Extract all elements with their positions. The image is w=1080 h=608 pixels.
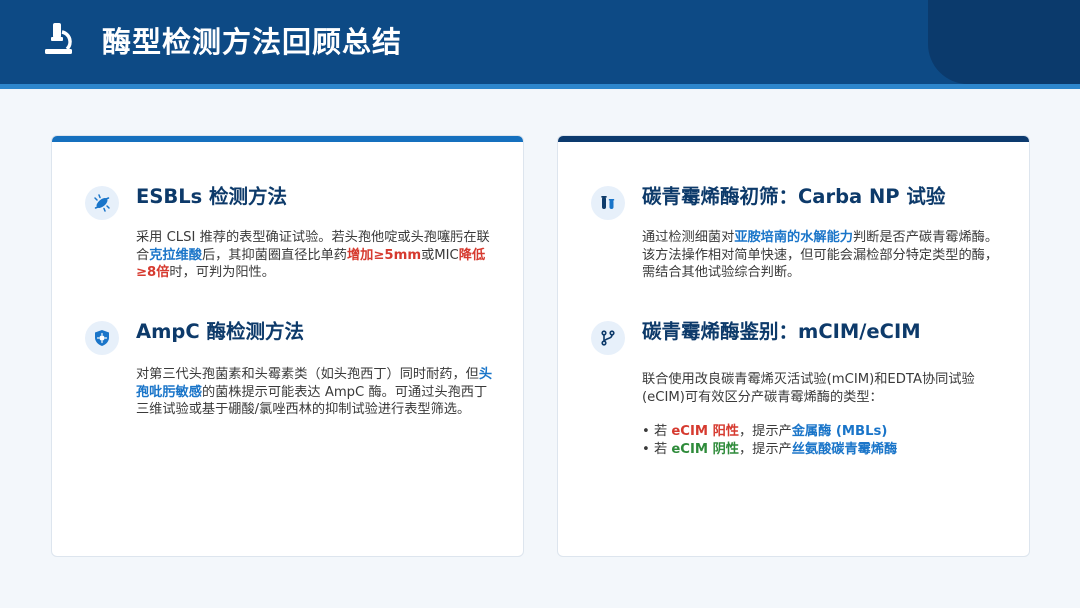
microscope-icon [45,23,72,54]
vials-icon [591,186,625,220]
section-title-ampc: AmpC 酶检测方法 [136,320,304,343]
title-bar-underline [0,84,1080,89]
list-item: • 若 eCIM 阴性，提示产丝氨酸碳青霉烯酶 [642,441,898,457]
highlight-zone-increase: 增加≥5mm [347,247,422,263]
esbl-description: 采用 CLSI 推荐的表型确证试验。若头孢他啶或头孢噻肟在联合克拉维酸后，其抑菌… [136,230,490,281]
carba-np-description: 通过检测细菌对亚胺培南的水解能力判断是否产碳青霉烯酶。该方法操作相对简单快速，但… [642,230,999,281]
bacteria-icon [85,186,119,220]
highlight-clavulanate: 克拉维酸 [149,247,202,263]
mcim-description: 联合使用改良碳青霉烯灭活试验(mCIM)和EDTA协同试验(eCIM)可有效区分… [642,372,975,405]
shield-virus-icon [85,321,119,355]
mbl-result: 金属酶 (MBLs) [791,424,888,439]
serine-result: 丝氨酸碳青霉烯酶 [791,441,898,457]
branch-icon [591,321,625,355]
section-title-mcim: 碳青霉烯酶鉴别：mCIM/eCIM [642,320,921,343]
card-top-bar [52,136,523,142]
card-enzyme-screening: ESBLs 检测方法 采用 CLSI 推荐的表型确证试验。若头孢他啶或头孢噻肟在… [51,135,524,557]
ampc-description: 对第三代头孢菌素和头霉素类（如头孢西丁）同时耐药，但头孢吡肟敏感的菌株提示可能表… [136,367,493,418]
card-carbapenemase: 碳青霉烯酶初筛：Carba NP 试验 通过检测细菌对亚胺培南的水解能力判断是否… [557,135,1030,557]
page-title: 酶型检测方法回顾总结 [102,25,403,59]
card-top-bar [558,136,1029,142]
title-bar-accent [928,0,1080,84]
ecim-positive-label: eCIM 阳性 [671,424,739,439]
section-title-carba-np: 碳青霉烯酶初筛：Carba NP 试验 [642,185,946,208]
mcim-result-list: • 若 eCIM 阳性，提示产金属酶 (MBLs) • 若 eCIM 阴性，提示… [642,423,1002,458]
highlight-imipenem: 亚胺培南的水解能力 [734,230,853,245]
section-title-esbl: ESBLs 检测方法 [136,185,288,208]
list-item: • 若 eCIM 阳性，提示产金属酶 (MBLs) [642,424,888,439]
ecim-negative-label: eCIM 阴性 [671,441,739,457]
